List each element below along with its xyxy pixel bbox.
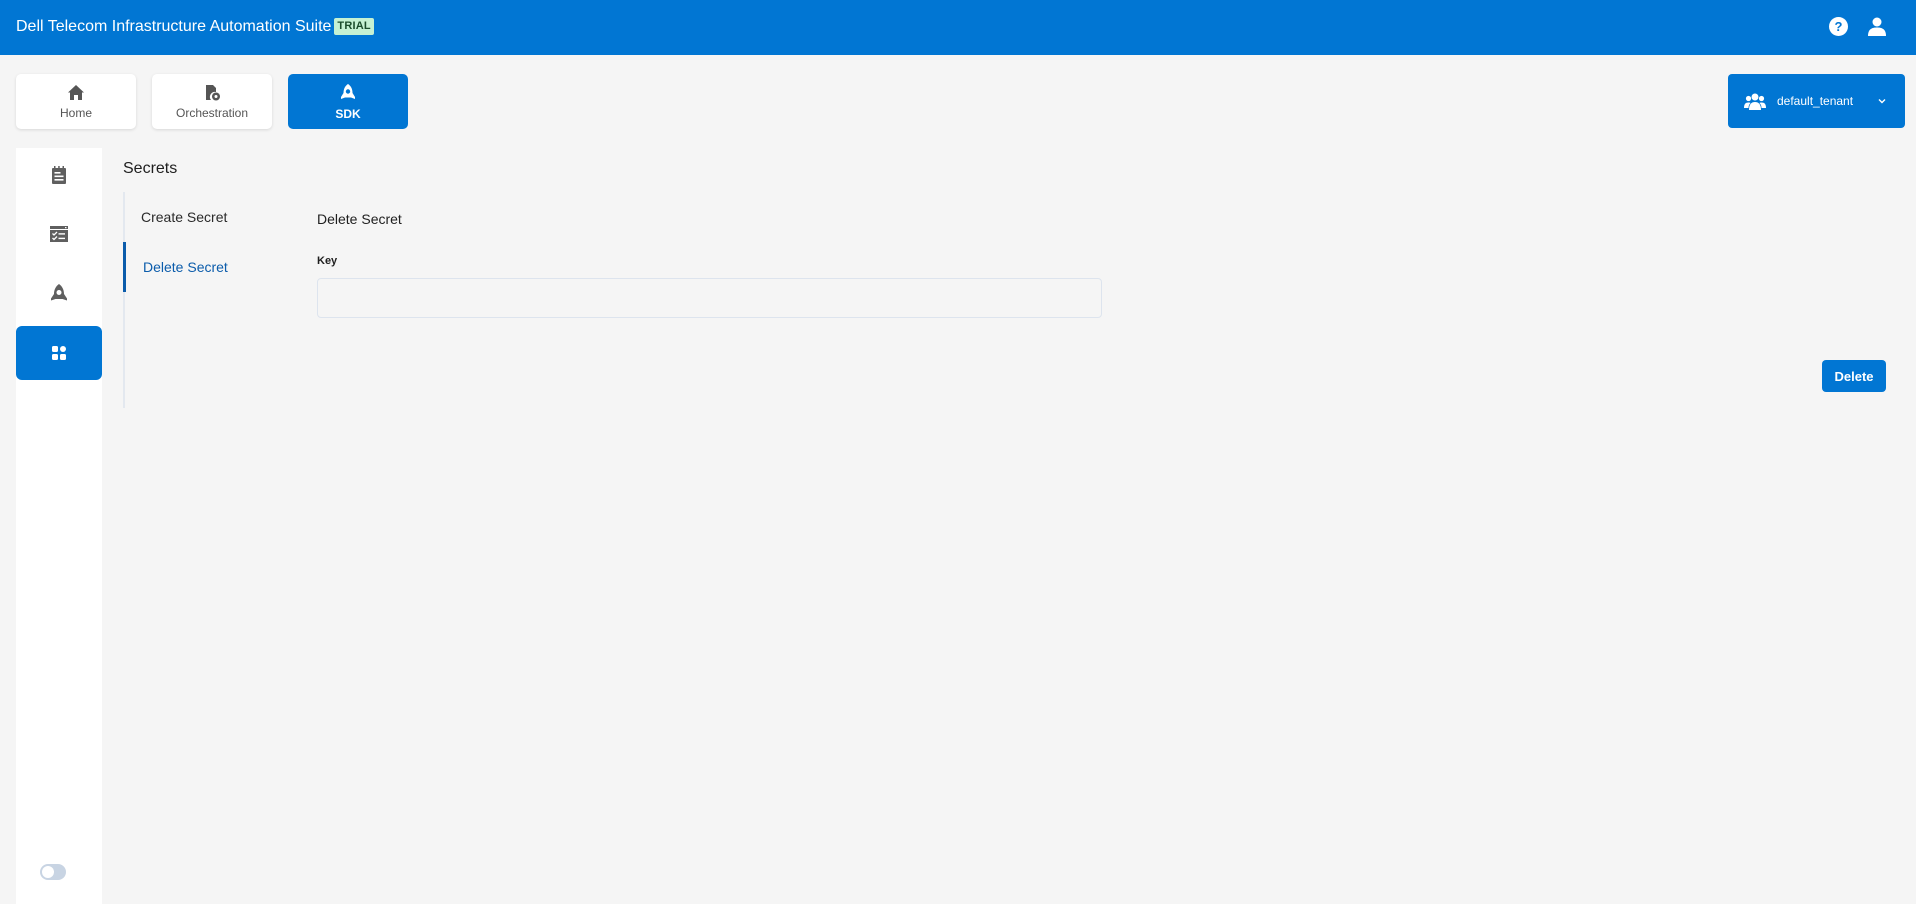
nav-home-label: Home: [59, 105, 92, 120]
nav-home[interactable]: Home: [16, 74, 136, 129]
app-title-text: Dell Telecom Infrastructure Automation S…: [16, 18, 332, 35]
sidebar-item-checklist[interactable]: [16, 207, 102, 261]
nav-sdk[interactable]: SDK: [288, 74, 408, 129]
key-input[interactable]: [317, 278, 1102, 318]
secrets-subnav: Create Secret Delete Secret: [123, 192, 303, 408]
home-icon: [68, 84, 84, 100]
checklist-icon: [50, 226, 68, 242]
theme-toggle[interactable]: [40, 864, 66, 880]
trial-badge: TRIAL: [334, 18, 374, 35]
app-header: Dell Telecom Infrastructure Automation S…: [0, 0, 1916, 55]
toggle-knob: [42, 866, 54, 878]
rocket-icon: [51, 284, 67, 301]
app-title: Dell Telecom Infrastructure Automation S…: [16, 17, 374, 37]
user-icon[interactable]: [1868, 17, 1886, 36]
nav-orchestration-label: Orchestration: [175, 105, 249, 120]
nav-sdk-label: SDK: [335, 106, 361, 121]
header-actions: ?: [1829, 17, 1886, 36]
subnav-create-secret[interactable]: Create Secret: [123, 192, 303, 242]
form-title: Delete Secret: [317, 211, 402, 227]
page-title: Secrets: [123, 160, 178, 177]
chevron-down-icon: [1878, 99, 1886, 104]
orchestration-gear-file-icon: [206, 84, 220, 100]
tenant-selector[interactable]: default_tenant: [1728, 74, 1905, 128]
tenant-name: default_tenant: [1777, 94, 1854, 108]
rocket-icon: [341, 83, 355, 99]
users-icon: [1744, 93, 1766, 110]
sidebar-item-notes[interactable]: [16, 148, 102, 202]
sidebar-item-apps[interactable]: [16, 326, 102, 380]
nav-orchestration[interactable]: Orchestration: [152, 74, 272, 129]
help-icon[interactable]: ?: [1829, 17, 1848, 36]
sidebar: [16, 148, 102, 904]
key-label: Key: [317, 255, 338, 267]
sidebar-item-sdk[interactable]: [16, 266, 102, 320]
notepad-icon: [52, 166, 66, 184]
delete-button[interactable]: Delete: [1822, 360, 1886, 392]
subnav-delete-secret[interactable]: Delete Secret: [123, 242, 303, 292]
grid-apps-icon: [52, 346, 66, 360]
